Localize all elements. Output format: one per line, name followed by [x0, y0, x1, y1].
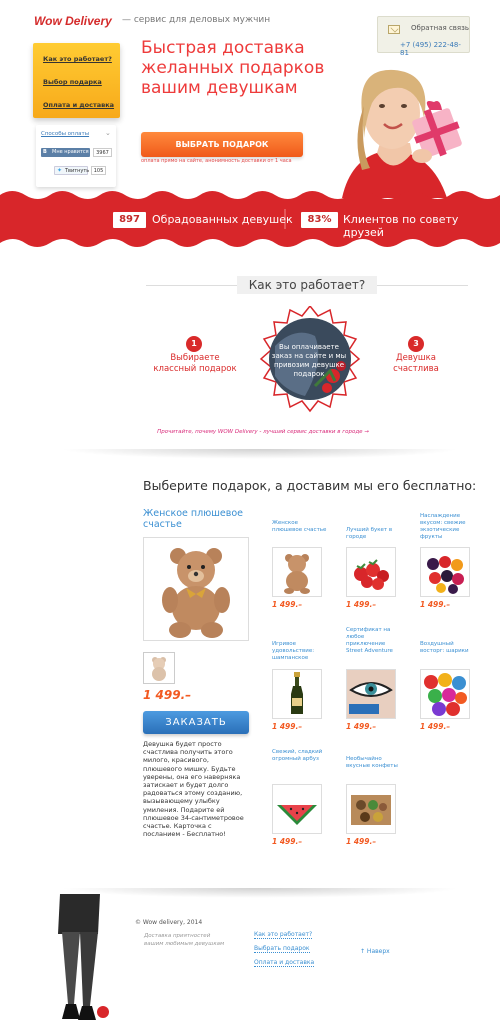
why-wow-link[interactable]: Прочитайте, почему WOW Delivery - лучший…	[146, 429, 380, 435]
product-name[interactable]: Необычайно вкусные конфеты	[346, 756, 401, 770]
phone-number: +7 (495) 222-48-81	[400, 41, 461, 57]
product-name[interactable]: Воздушный восторг: шарики	[420, 641, 475, 655]
strawberries-icon	[354, 559, 389, 590]
product-name[interactable]: Женское плюшевое счастье	[272, 520, 327, 534]
step-1-number: 1	[186, 336, 202, 352]
product-price: 1 499.–	[272, 722, 303, 731]
product-name[interactable]: Лучший букет в городе	[346, 527, 401, 541]
featured-product-thumbnail[interactable]	[143, 652, 175, 684]
cta-note: оплата прямо на сайте, анонимность доста…	[141, 158, 292, 164]
product-price: 1 499.–	[346, 722, 377, 731]
copyright: © Wow delivery, 2014	[135, 919, 203, 926]
product-image[interactable]	[272, 784, 322, 834]
vk-like-button[interactable]: Мне нравится	[41, 148, 90, 157]
product-price: 1 499.–	[272, 837, 303, 846]
stat-happy-girls-label: Обрадованных девушек	[152, 213, 293, 226]
products-heading: Выберите подарок, а доставим мы его бесп…	[143, 478, 477, 493]
featured-product-price: 1 499.–	[143, 688, 192, 702]
product-name[interactable]: Сертификат на любое приключение Street A…	[346, 627, 401, 655]
product-image[interactable]	[272, 669, 322, 719]
product-image[interactable]	[420, 547, 470, 597]
feedback-label[interactable]: Обратная связь	[411, 24, 469, 32]
menu-item-how[interactable]: Как это работает?	[43, 55, 112, 63]
girl-with-gift-image	[342, 69, 462, 198]
step-1-text: Выбираете классный подарок	[153, 353, 237, 374]
watermelon-icon	[277, 805, 317, 825]
product-name[interactable]: Наслаждение вкусом: свежие экзотические …	[420, 513, 475, 541]
product-image[interactable]	[272, 547, 322, 597]
eye-certificate-icon	[347, 670, 395, 718]
tweet-count: 105	[91, 166, 106, 175]
social-box: Способы оплаты ⌄ Мне нравится 3967 Твитн…	[36, 125, 116, 187]
menu-item-choose[interactable]: Выбор подарка	[43, 78, 102, 86]
how-title: Как это работает?	[237, 276, 377, 294]
hero-title: Быстрая доставка желанных подарков вашим…	[141, 38, 325, 98]
teddy-bear-icon	[162, 548, 230, 638]
menu-item-payment[interactable]: Оплата и доставка	[43, 101, 114, 109]
stat-referrals-value: 83%	[301, 212, 338, 228]
back-to-top-link[interactable]: ↑ Наверх	[360, 948, 390, 955]
section-shadow	[60, 449, 460, 459]
candies-icon	[351, 795, 391, 825]
step-2-text: Вы оплачиваете заказ на сайте и мы приво…	[271, 343, 347, 378]
side-menu: Как это работает? Выбор подарка Оплата и…	[33, 43, 120, 118]
stat-happy-girls-value: 897	[113, 212, 146, 228]
envelope-icon	[388, 25, 400, 34]
product-image[interactable]	[420, 669, 470, 719]
product-image[interactable]	[346, 669, 396, 719]
tagline: — сервис для деловых мужчин	[122, 15, 271, 25]
product-price: 1 499.–	[272, 600, 303, 609]
featured-product-image[interactable]	[143, 537, 249, 641]
teddy-bear-thumb-icon	[152, 657, 166, 681]
legs-illustration	[58, 894, 109, 1020]
vk-like-count: 3967	[93, 148, 112, 157]
teddy-bear-icon	[284, 554, 310, 594]
balloons-icon	[424, 673, 467, 716]
tweet-button[interactable]: Твитнуть	[54, 166, 89, 175]
featured-product-name[interactable]: Женское плюшевое счастье	[143, 508, 253, 530]
featured-product-description: Девушка будет просто счастлива получить …	[143, 740, 244, 839]
step-3-number: 3	[408, 336, 424, 352]
chevron-down-icon[interactable]: ⌄	[105, 129, 111, 137]
choose-gift-button[interactable]: ВЫБРАТЬ ПОДАРОК	[141, 132, 303, 157]
product-image[interactable]	[346, 784, 396, 834]
product-name[interactable]: Свежий, сладкий огромный арбуз	[272, 749, 327, 763]
logo[interactable]: Wow Delivery	[34, 14, 112, 28]
payment-methods-link[interactable]: Способы оплаты	[41, 131, 89, 137]
champagne-icon	[291, 672, 303, 714]
footer-tagline: Доставка приятностей вашим любимым девуш…	[144, 933, 225, 947]
product-name[interactable]: Игривое удовольствие: шампанское	[272, 641, 327, 662]
step-3-text: Девушка счастлива	[393, 353, 439, 374]
product-price: 1 499.–	[346, 600, 377, 609]
product-image[interactable]	[346, 547, 396, 597]
berries-icon	[427, 556, 464, 594]
product-price: 1 499.–	[420, 722, 451, 731]
order-button[interactable]: ЗАКАЗАТЬ	[143, 711, 249, 734]
stat-referrals-label: Клиентов по совету друзей	[343, 213, 459, 239]
feedback-box[interactable]: Обратная связь +7 (495) 222-48-81	[377, 16, 470, 57]
footer-link-payment[interactable]: Оплата и доставка	[254, 959, 315, 967]
product-price: 1 499.–	[420, 600, 451, 609]
product-price: 1 499.–	[346, 837, 377, 846]
